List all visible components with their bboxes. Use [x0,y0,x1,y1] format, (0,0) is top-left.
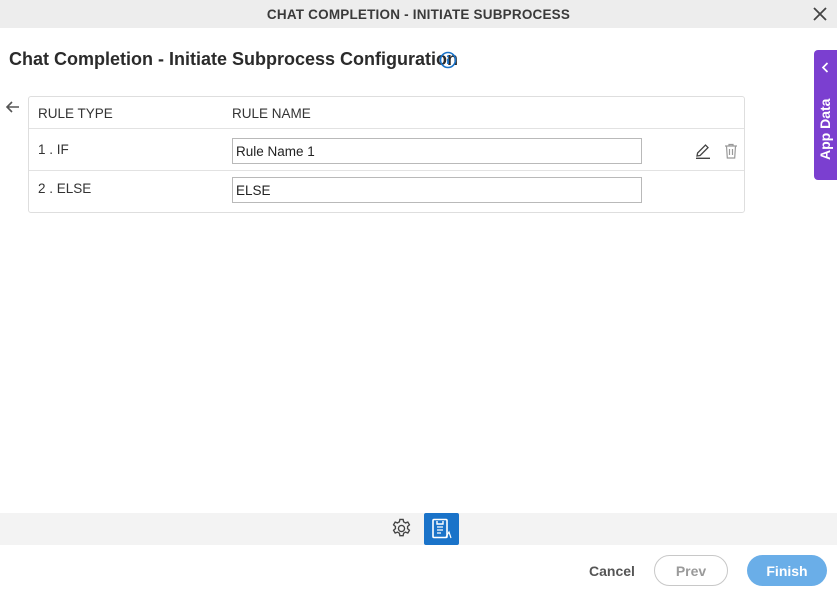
row-2-rule-type: 2 . ELSE [38,181,92,196]
close-icon[interactable] [811,5,829,23]
chevron-left-icon [821,62,829,73]
page-title: Chat Completion - Initiate Subprocess Co… [9,49,459,69]
row-1-rule-type: 1 . IF [38,142,69,157]
app-data-tab[interactable]: App Data [814,50,837,180]
app-data-label: App Data [817,98,833,160]
header-rule-name: RULE NAME [232,106,311,121]
delete-icon[interactable] [723,142,739,160]
finish-button[interactable]: Finish [747,555,827,586]
rules-table: RULE TYPE RULE NAME 1 . IF 2 . ELSE [28,96,745,213]
bottom-toolbar [0,513,837,545]
document-view-button[interactable] [424,513,459,545]
row-2-rule-name-input[interactable] [232,177,642,203]
divider [29,170,744,171]
dialog-titlebar: CHAT COMPLETION - INITIATE SUBPROCESS [0,0,837,28]
back-arrow-icon[interactable] [4,98,22,116]
cancel-button[interactable]: Cancel [585,555,639,586]
divider [29,128,744,129]
document-icon [432,518,452,539]
edit-icon[interactable] [694,142,712,160]
row-1-rule-name-input[interactable] [232,138,642,164]
info-icon[interactable] [439,51,457,69]
dialog-title: CHAT COMPLETION - INITIATE SUBPROCESS [266,6,571,22]
prev-button[interactable]: Prev [654,555,728,586]
header-rule-type: RULE TYPE [38,106,113,121]
settings-icon[interactable] [390,517,413,540]
